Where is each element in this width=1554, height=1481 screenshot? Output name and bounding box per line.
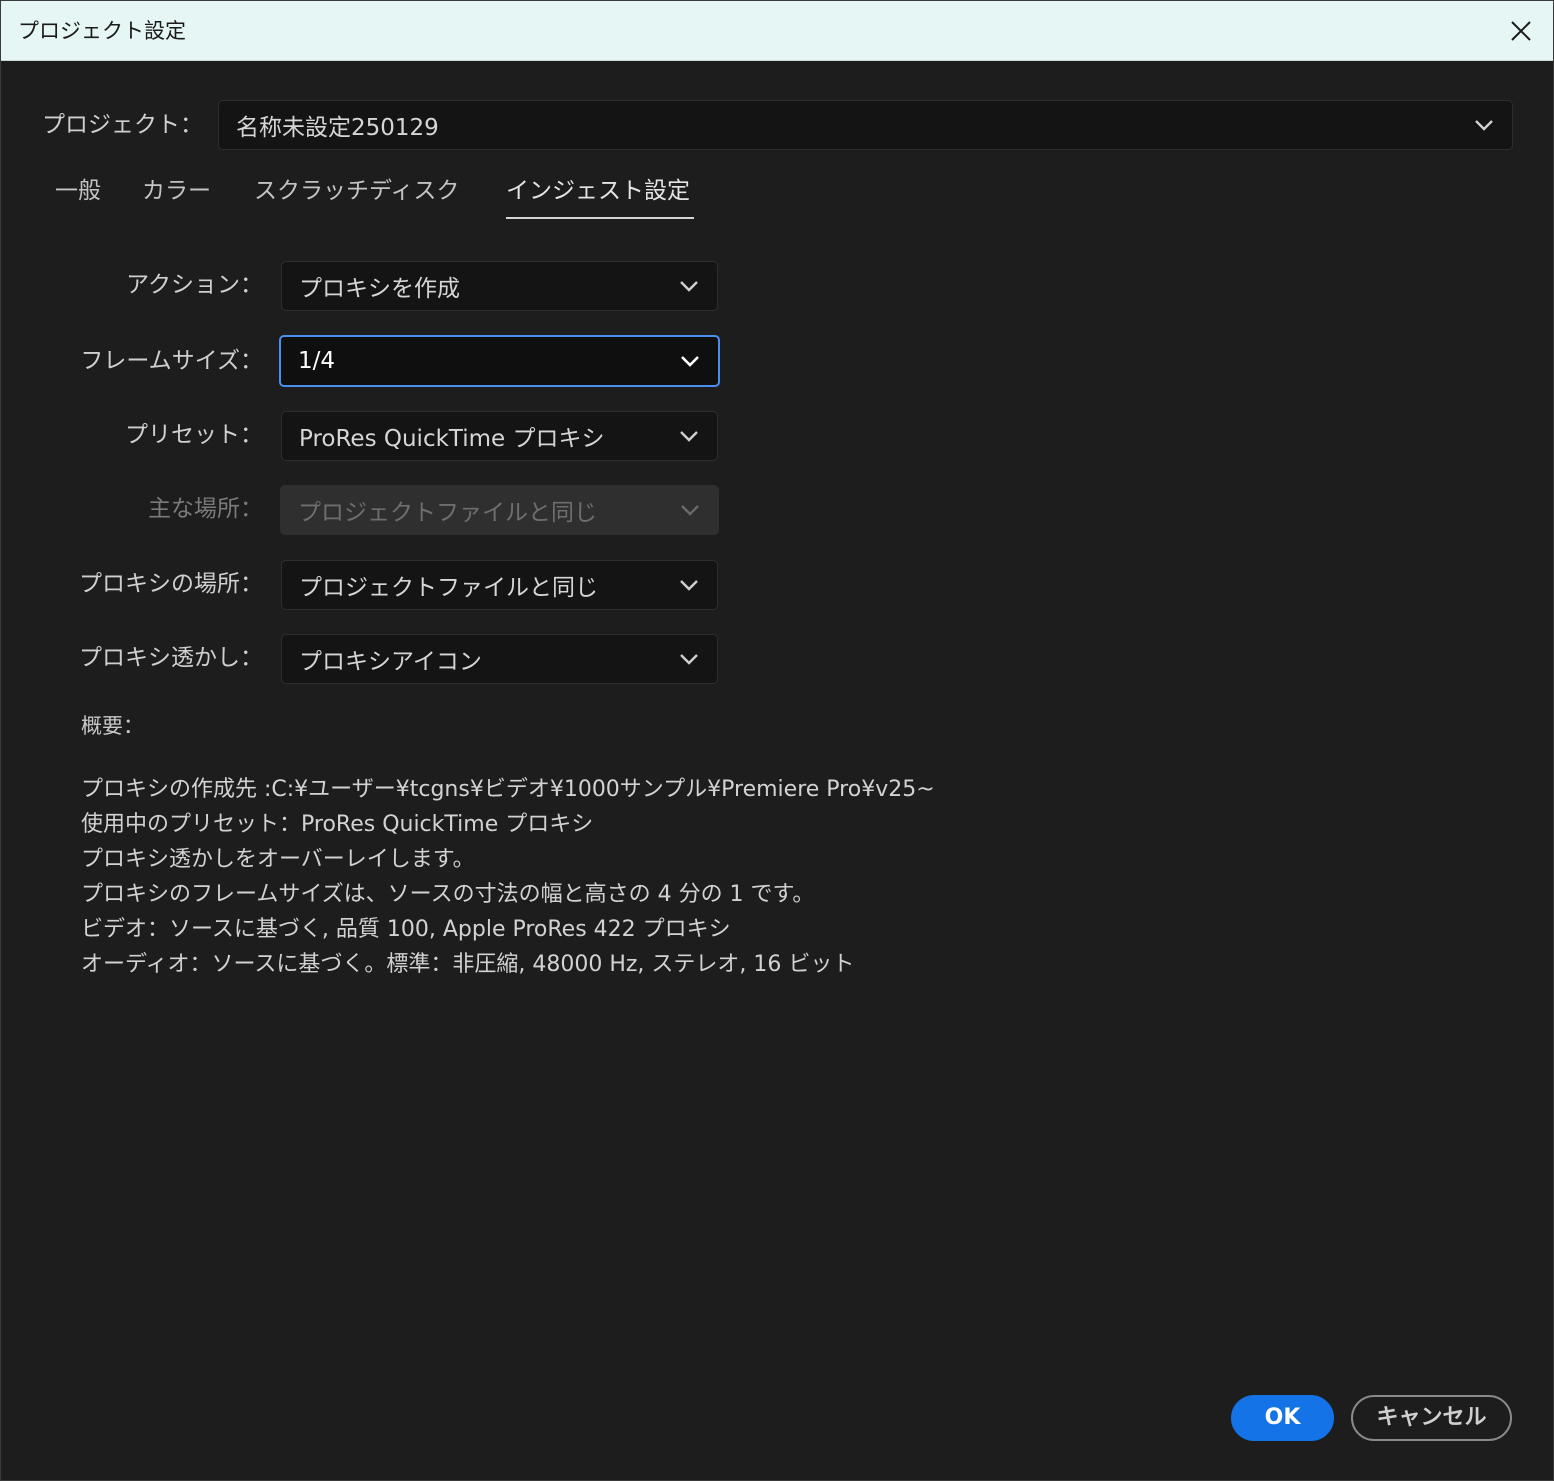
summary-line: プロキシ透かしをオーバーレイします。 bbox=[81, 847, 475, 872]
close-button[interactable] bbox=[1497, 7, 1545, 55]
proxy-location-dropdown[interactable]: プロジェクトファイルと同じ bbox=[281, 560, 718, 610]
close-icon bbox=[1511, 21, 1531, 41]
title-bar[interactable]: プロジェクト設定 bbox=[1, 1, 1553, 61]
tab-general[interactable]: 一般 bbox=[55, 175, 101, 207]
proxy-watermark-label: プロキシ透かし： bbox=[79, 645, 263, 671]
chevron-down-icon bbox=[681, 356, 699, 367]
summary-line: プロキシの作成先 :C:¥ユーザー¥tcgns¥ビデオ¥1000サンプル¥Pre… bbox=[81, 777, 935, 802]
tab-ingest-settings[interactable]: インジェスト設定 bbox=[506, 175, 690, 207]
ok-button[interactable]: OK bbox=[1231, 1395, 1334, 1441]
proxy-location-label: プロキシの場所： bbox=[79, 571, 263, 597]
action-label: アクション： bbox=[126, 272, 263, 298]
action-dropdown-value: プロキシを作成 bbox=[299, 276, 460, 302]
proxy-location-dropdown-value: プロジェクトファイルと同じ bbox=[299, 575, 598, 601]
summary-line: オーディオ：ソースに基づく。標準：非圧縮, 48000 Hz, ステレオ, 16… bbox=[81, 952, 855, 977]
summary-text: プロキシの作成先 :C:¥ユーザー¥tcgns¥ビデオ¥1000サンプル¥Pre… bbox=[81, 772, 1081, 982]
primary-location-dropdown: プロジェクトファイルと同じ bbox=[280, 485, 719, 535]
primary-location-label: 主な場所： bbox=[148, 496, 263, 522]
chevron-down-icon bbox=[680, 580, 698, 591]
chevron-down-icon bbox=[1475, 120, 1493, 131]
summary-line: 使用中のプリセット：ProRes QuickTime プロキシ bbox=[81, 812, 594, 837]
chevron-down-icon bbox=[681, 505, 699, 516]
chevron-down-icon bbox=[680, 654, 698, 665]
preset-dropdown[interactable]: ProRes QuickTime プロキシ bbox=[281, 411, 718, 461]
active-tab-indicator bbox=[506, 217, 694, 219]
frame-size-dropdown[interactable]: 1/4 bbox=[279, 335, 720, 387]
project-label: プロジェクト： bbox=[42, 112, 203, 138]
proxy-watermark-dropdown[interactable]: プロキシアイコン bbox=[281, 634, 718, 684]
primary-location-dropdown-value: プロジェクトファイルと同じ bbox=[298, 500, 597, 526]
tab-scratch-disks[interactable]: スクラッチディスク bbox=[254, 175, 459, 207]
summary-line: プロキシのフレームサイズは、ソースの寸法の幅と高さの 4 分の 1 です。 bbox=[81, 882, 815, 907]
action-dropdown[interactable]: プロキシを作成 bbox=[281, 261, 718, 311]
preset-label: プリセット： bbox=[125, 422, 263, 448]
chevron-down-icon bbox=[680, 431, 698, 442]
cancel-button[interactable]: キャンセル bbox=[1351, 1395, 1512, 1441]
project-settings-dialog: プロジェクト設定 プロジェクト： 名称未設定250129 一般 カラー スクラッ… bbox=[0, 0, 1554, 1481]
frame-size-dropdown-value: 1/4 bbox=[298, 348, 336, 374]
summary-line: ビデオ：ソースに基づく, 品質 100, Apple ProRes 422 プロ… bbox=[81, 917, 731, 942]
preset-dropdown-value: ProRes QuickTime プロキシ bbox=[299, 426, 605, 452]
chevron-down-icon bbox=[680, 281, 698, 292]
project-dropdown[interactable]: 名称未設定250129 bbox=[218, 100, 1513, 150]
project-dropdown-value: 名称未設定250129 bbox=[236, 115, 439, 141]
tab-color[interactable]: カラー bbox=[142, 175, 211, 207]
summary-title: 概要： bbox=[81, 714, 144, 738]
frame-size-label: フレームサイズ： bbox=[80, 348, 263, 374]
proxy-watermark-dropdown-value: プロキシアイコン bbox=[299, 649, 482, 675]
window-title: プロジェクト設定 bbox=[18, 19, 186, 43]
